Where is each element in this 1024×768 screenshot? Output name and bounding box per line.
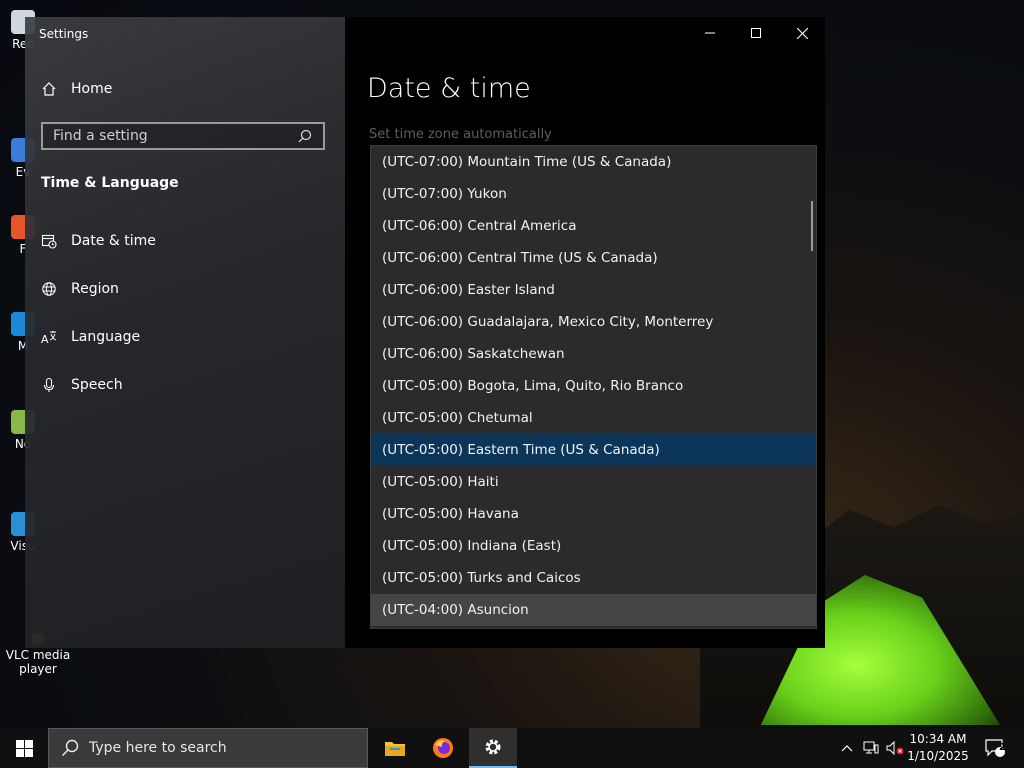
minimize-icon bbox=[705, 32, 715, 34]
settings-window: Settings Home Time & Language Date & tim… bbox=[25, 17, 825, 648]
timezone-option[interactable]: (UTC-07:00) Mountain Time (US & Canada) bbox=[371, 146, 816, 178]
nav-date-time-label: Date & time bbox=[71, 233, 156, 249]
timezone-option-hovered[interactable]: (UTC-04:00) Asuncion bbox=[371, 594, 816, 626]
close-button[interactable] bbox=[779, 17, 825, 49]
minimize-button[interactable] bbox=[687, 17, 733, 49]
timezone-dropdown-list[interactable]: (UTC-07:00) Mountain Time (US & Canada) … bbox=[370, 145, 817, 629]
window-title: Settings bbox=[39, 27, 89, 41]
globe-icon bbox=[41, 281, 57, 297]
svg-text:A: A bbox=[41, 333, 49, 345]
nav-date-time[interactable]: Date & time bbox=[41, 233, 156, 249]
nav-language-label: Language bbox=[71, 329, 141, 345]
nav-speech-label: Speech bbox=[71, 377, 123, 393]
microphone-icon bbox=[41, 377, 57, 393]
nav-home[interactable]: Home bbox=[41, 81, 112, 97]
volume-muted-icon bbox=[886, 741, 904, 755]
timezone-option-selected[interactable]: (UTC-05:00) Eastern Time (US & Canada) bbox=[371, 434, 816, 466]
home-icon bbox=[41, 81, 57, 97]
language-icon: A bbox=[41, 329, 57, 345]
taskbar: Type here to search 10:34 AM 1/10/2025 2 bbox=[0, 728, 1024, 768]
taskbar-clock[interactable]: 10:34 AM 1/10/2025 bbox=[904, 731, 972, 765]
chevron-up-icon bbox=[841, 745, 853, 752]
timezone-option[interactable]: (UTC-07:00) Yukon bbox=[371, 178, 816, 210]
settings-sidebar: Settings Home Time & Language Date & tim… bbox=[25, 17, 345, 648]
timezone-option[interactable]: (UTC-05:00) Havana bbox=[371, 498, 816, 530]
windows-logo-icon bbox=[15, 739, 33, 757]
gear-icon bbox=[485, 739, 501, 755]
taskbar-search-box[interactable]: Type here to search bbox=[48, 728, 368, 768]
search-box[interactable] bbox=[41, 122, 325, 150]
notifications-button[interactable]: 2 bbox=[980, 728, 1010, 768]
taskbar-search-text: Type here to search bbox=[89, 740, 227, 756]
network-icon bbox=[863, 741, 879, 754]
timezone-option[interactable]: (UTC-05:00) Indiana (East) bbox=[371, 530, 816, 562]
timezone-option[interactable]: (UTC-06:00) Central America bbox=[371, 210, 816, 242]
nav-region[interactable]: Region bbox=[41, 281, 119, 297]
timezone-option[interactable]: (UTC-06:00) Guadalajara, Mexico City, Mo… bbox=[371, 306, 816, 338]
nav-region-label: Region bbox=[71, 281, 119, 297]
nav-language[interactable]: A Language bbox=[41, 329, 140, 345]
timezone-option[interactable]: (UTC-06:00) Central Time (US & Canada) bbox=[371, 242, 816, 274]
calendar-clock-icon bbox=[41, 233, 57, 249]
show-hidden-icons-button[interactable] bbox=[836, 728, 858, 768]
dropdown-scrollbar-thumb[interactable] bbox=[811, 201, 813, 251]
nav-speech[interactable]: Speech bbox=[41, 377, 123, 393]
taskbar-settings[interactable] bbox=[469, 728, 517, 768]
timezone-option[interactable]: (UTC-05:00) Haiti bbox=[371, 466, 816, 498]
volume-tray-button[interactable] bbox=[884, 728, 906, 768]
start-button[interactable] bbox=[0, 728, 48, 768]
timezone-option[interactable]: (UTC-05:00) Chetumal bbox=[371, 402, 816, 434]
clock-date: 1/10/2025 bbox=[907, 749, 969, 763]
notification-count-badge: 2 bbox=[999, 742, 1006, 753]
firefox-icon bbox=[433, 738, 453, 758]
network-tray-button[interactable] bbox=[860, 728, 882, 768]
nav-home-label: Home bbox=[71, 81, 113, 97]
maximize-icon bbox=[751, 28, 761, 38]
set-timezone-automatically-label: Set time zone automatically bbox=[369, 127, 552, 142]
clock-time: 10:34 AM bbox=[909, 732, 967, 746]
timezone-option[interactable]: (UTC-06:00) Easter Island bbox=[371, 274, 816, 306]
taskbar-file-explorer[interactable] bbox=[371, 728, 419, 768]
close-icon bbox=[796, 27, 808, 39]
section-title: Time & Language bbox=[41, 175, 179, 191]
folder-icon bbox=[385, 742, 405, 756]
maximize-button[interactable] bbox=[733, 17, 779, 49]
search-input[interactable] bbox=[53, 128, 297, 144]
page-title: Date & time bbox=[367, 73, 531, 104]
search-icon bbox=[62, 739, 79, 756]
taskbar-firefox[interactable] bbox=[419, 728, 467, 768]
timezone-option[interactable]: (UTC-05:00) Turks and Caicos bbox=[371, 562, 816, 594]
search-icon[interactable] bbox=[297, 128, 313, 144]
timezone-option[interactable]: (UTC-06:00) Saskatchewan bbox=[371, 338, 816, 370]
timezone-option[interactable]: (UTC-05:00) Bogota, Lima, Quito, Rio Bra… bbox=[371, 370, 816, 402]
